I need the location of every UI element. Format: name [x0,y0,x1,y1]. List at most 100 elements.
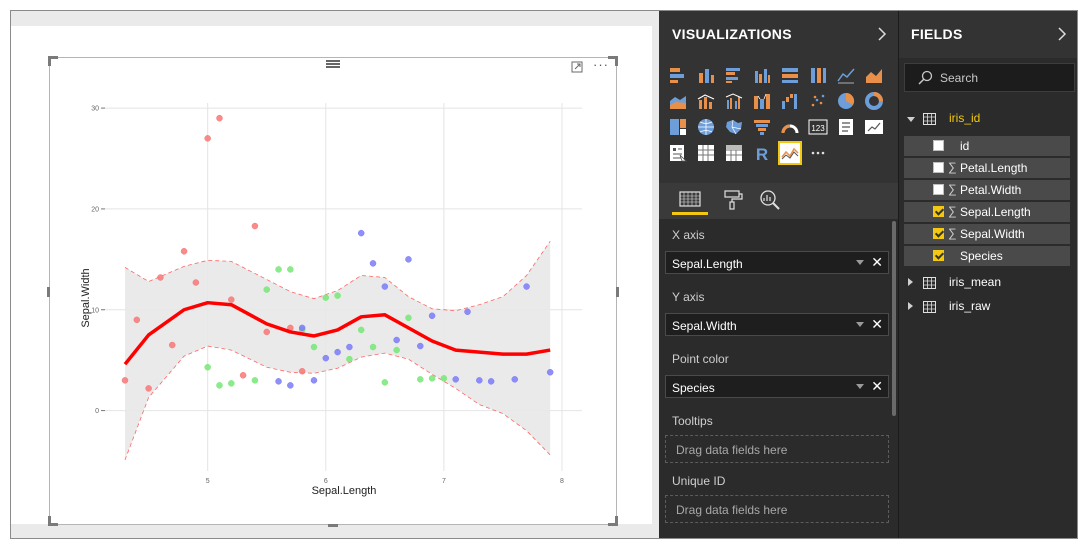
field-checkbox[interactable] [933,250,944,261]
data-point [322,294,330,301]
point-color-field-name: Species [672,381,715,395]
wells-scrollbar[interactable] [892,221,896,416]
expand-triangle-right-icon[interactable] [908,278,913,286]
matrix-icon[interactable] [724,143,744,163]
report-canvas: ··· 5 6 7 8 0 10 20 30 Sepal.Length Sepal.Width [11,11,659,538]
x-axis-well[interactable]: Sepal.Length ✕ [665,251,889,274]
x-tick-label: 7 [442,478,446,485]
data-point [239,372,247,379]
field-petal-length[interactable]: ∑ Petal.Length [904,158,1070,178]
data-point [216,382,223,389]
collapse-chevron-icon[interactable] [877,26,887,42]
tab-analytics[interactable] [752,187,788,215]
fields-header: FIELDS [899,11,1077,58]
line-column-icon[interactable] [696,91,716,111]
data-point [204,363,211,371]
data-point [263,286,270,293]
line-chart-icon[interactable] [836,65,856,85]
remove-field-icon[interactable]: ✕ [871,378,883,395]
table-iris-mean[interactable]: iris_mean [899,273,1077,293]
remove-field-icon[interactable]: ✕ [871,316,883,333]
r-script-visual[interactable]: ··· 5 6 7 8 0 10 20 30 Sepal.Length Sepal.Width [47,56,619,527]
powerbi-window: ··· 5 6 7 8 0 10 20 30 Sepal.Length Sepal.Width… [10,10,1078,539]
dropdown-arrow-icon[interactable] [856,322,864,327]
fields-search-input[interactable]: Search [904,63,1075,92]
funnel-icon[interactable] [752,117,772,137]
tooltips-placeholder: Drag data fields here [676,443,788,457]
data-point [310,343,318,351]
table-icon[interactable] [696,143,716,163]
area-chart-icon[interactable] [864,65,884,85]
expand-triangle-down-icon[interactable] [907,117,915,122]
filled-map-icon[interactable] [724,117,744,137]
y-axis-label: Sepal.Width [80,268,92,327]
pie-icon[interactable] [836,91,856,111]
custom-visual-icon[interactable] [778,141,802,165]
fields-wells-icon [679,191,701,207]
expand-triangle-right-icon[interactable] [908,302,913,310]
dropdown-arrow-icon[interactable] [856,384,864,389]
data-point [251,377,259,384]
card-icon[interactable]: 123 [808,117,828,137]
data-point [346,355,353,363]
field-checkbox[interactable] [933,184,944,195]
field-checkbox[interactable] [933,140,944,151]
report-page: ··· 5 6 7 8 0 10 20 30 Sepal.Length Sepal.Width [11,26,652,527]
remove-field-icon[interactable]: ✕ [871,254,883,271]
unique-id-drop-zone[interactable]: Drag data fields here [665,495,889,523]
field-sepal-length[interactable]: ∑ Sepal.Length [904,202,1070,222]
tab-fields-wells[interactable] [672,187,708,215]
stacked-area-icon[interactable] [668,91,688,111]
data-point [357,229,365,237]
100-stacked-bar-icon[interactable] [780,65,800,85]
map-icon[interactable] [696,117,716,137]
data-point [145,385,152,392]
table-iris-raw[interactable]: iris_raw [899,297,1077,317]
r-visual-icon[interactable]: R [752,143,772,164]
field-id[interactable]: id [904,136,1070,156]
y-axis-well[interactable]: Sepal.Width ✕ [665,313,889,336]
data-point [216,114,223,122]
data-point [192,279,200,286]
clustered-bar-icon[interactable] [724,65,744,85]
multi-row-card-icon[interactable] [836,117,856,137]
scatter-icon[interactable] [808,91,828,111]
more-visuals-icon[interactable] [808,143,828,163]
resize-handle-bottom[interactable] [328,524,338,527]
data-point [464,308,471,316]
data-point [393,346,400,354]
field-sepal-width[interactable]: ∑ Sepal.Width [904,224,1070,244]
treemap-icon[interactable] [668,117,688,137]
field-checkbox[interactable] [933,206,944,217]
field-species[interactable]: Species [904,246,1070,266]
clustered-column-icon[interactable] [752,65,772,85]
ribbon-chart-icon[interactable] [752,91,772,111]
collapse-chevron-icon[interactable] [1057,26,1067,42]
stacked-bar-icon[interactable] [668,65,688,85]
line-clustered-column-icon[interactable] [724,91,744,111]
slicer-icon[interactable] [668,143,688,163]
tooltips-drop-zone[interactable]: Drag data fields here [665,435,889,463]
dropdown-arrow-icon[interactable] [856,260,864,265]
resize-handle-right[interactable] [616,287,619,297]
kpi-icon[interactable] [864,117,884,137]
donut-icon[interactable] [864,91,884,111]
100-stacked-column-icon[interactable] [808,65,828,85]
data-point [417,376,424,383]
point-color-well[interactable]: Species ✕ [665,375,889,398]
field-petal-width[interactable]: ∑ Petal.Width [904,180,1070,200]
field-checkbox[interactable] [933,228,944,239]
waterfall-icon[interactable] [780,91,800,111]
gauge-icon[interactable] [780,117,800,137]
field-checkbox[interactable] [933,162,944,173]
data-point [405,314,412,322]
data-point [310,377,318,384]
table-iris-id[interactable]: iris_id [899,109,1077,129]
stacked-column-icon[interactable] [696,65,716,85]
tab-format[interactable] [714,187,750,215]
data-point [546,369,554,376]
table-icon [923,276,936,289]
data-point [428,375,436,382]
data-point [417,342,424,350]
scatter-plot: 5 6 7 8 0 10 20 30 Sepal.Length Sepal.Width [80,103,582,497]
